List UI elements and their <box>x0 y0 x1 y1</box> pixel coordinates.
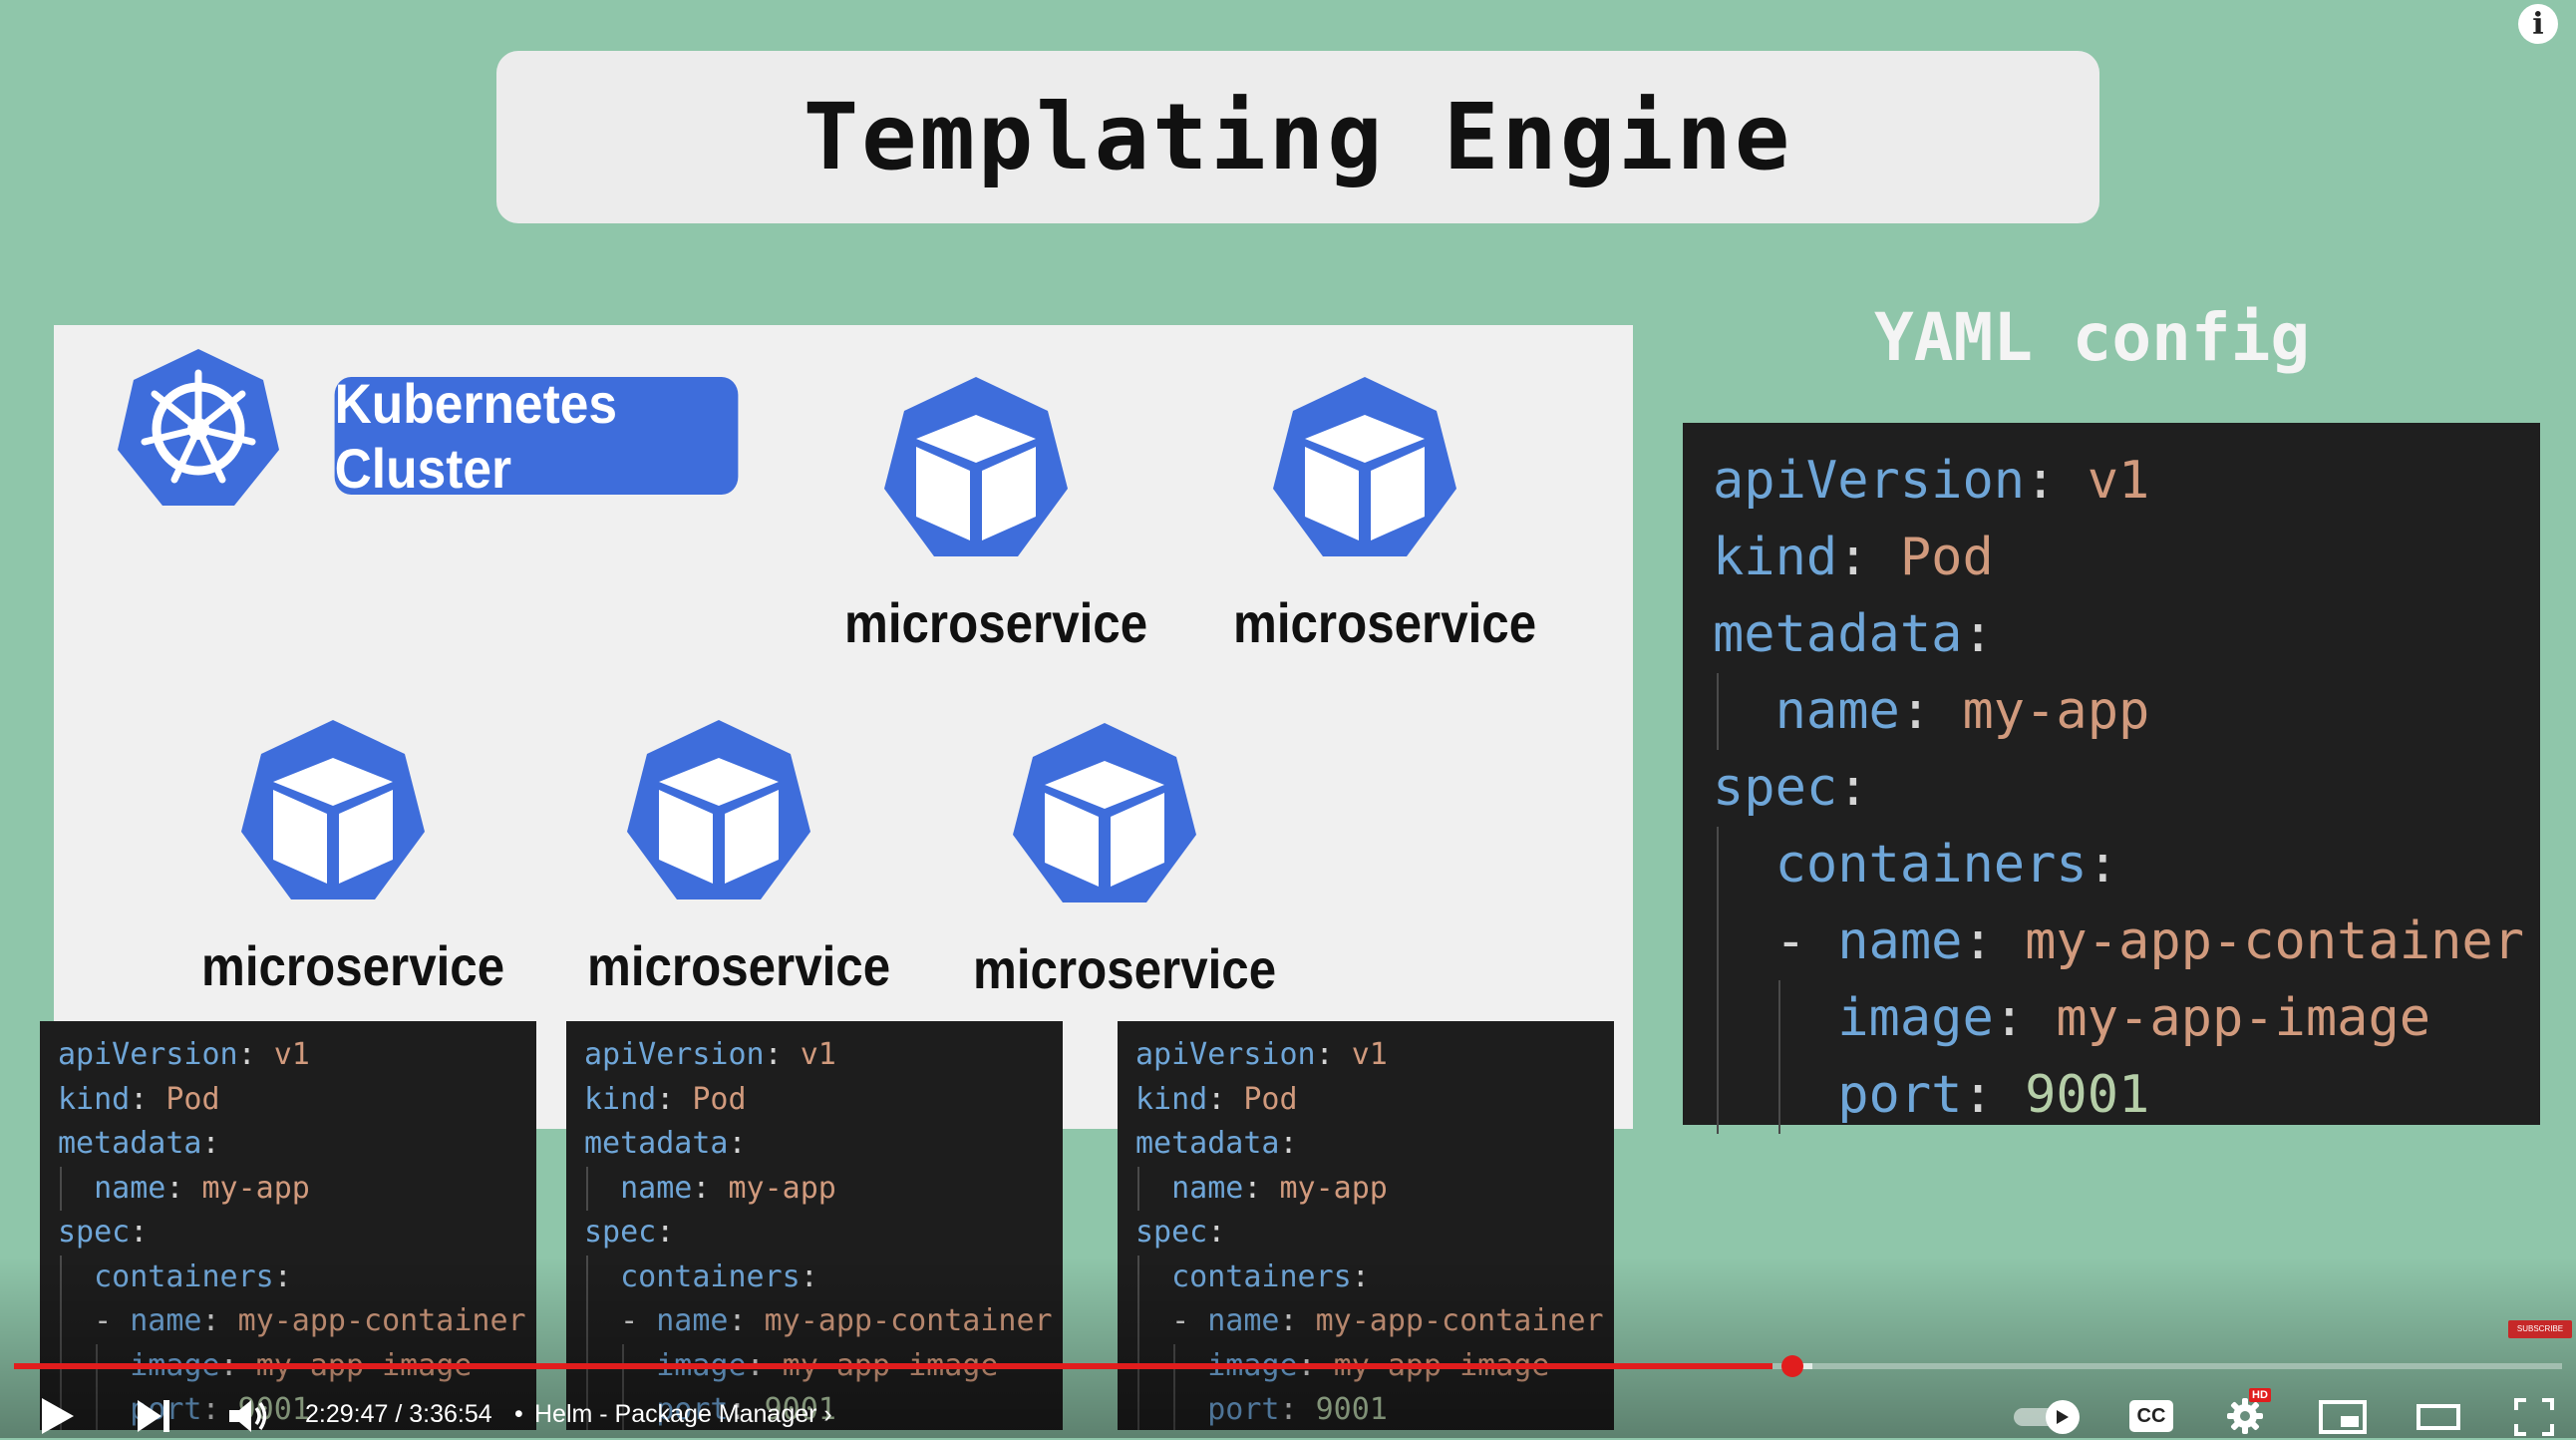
microservice-label: microservice <box>201 934 505 997</box>
slide-title: Templating Engine <box>803 84 1793 190</box>
chapter-label: Helm - Package Manager <box>534 1400 817 1428</box>
code-line: spec: <box>1713 758 1869 818</box>
progress-scrubber-handle[interactable] <box>1781 1355 1803 1377</box>
yaml-config-heading: YAML config <box>1874 299 2311 376</box>
microservice-label: microservice <box>844 591 1148 654</box>
fullscreen-icon[interactable] <box>2514 1398 2554 1436</box>
microservice-node: microservice <box>826 373 1148 655</box>
cube-icon <box>1273 377 1456 556</box>
cube-icon <box>241 720 425 900</box>
code-line: - name: my-app-container <box>1713 903 2540 980</box>
autoplay-play-icon <box>2046 1400 2080 1434</box>
code-line: apiVersion: v1 <box>1713 451 2150 511</box>
chapter-title[interactable]: Helm - Package Manager › <box>534 1400 832 1429</box>
miniplayer-icon[interactable] <box>2319 1400 2367 1434</box>
info-icon[interactable]: i <box>2518 4 2558 44</box>
code-line: containers: <box>1713 827 2540 903</box>
chevron-right-icon: › <box>823 1400 832 1428</box>
code-line: kind: Pod <box>1713 528 1994 587</box>
microservice-label: microservice <box>587 934 891 997</box>
volume-icon[interactable] <box>227 1398 269 1434</box>
hd-badge: HD <box>2249 1388 2271 1402</box>
yaml-config-code: apiVersion: v1 kind: Pod metadata: name:… <box>1683 423 2540 1134</box>
play-icon[interactable] <box>40 1396 76 1436</box>
code-line: image: my-app-image <box>1713 980 2540 1057</box>
microservice-node: microservice <box>183 716 505 998</box>
subscribe-watermark[interactable]: SUBSCRIBE <box>2508 1320 2572 1338</box>
captions-button[interactable]: CC <box>2129 1400 2173 1432</box>
next-icon[interactable] <box>136 1398 171 1434</box>
settings-button[interactable]: HD <box>2225 1388 2271 1440</box>
cube-icon <box>884 377 1068 556</box>
code-line: name: my-app <box>1713 673 2540 750</box>
cube-icon <box>1013 723 1196 902</box>
cluster-label: Kubernetes Cluster <box>334 372 739 500</box>
microservice-label: microservice <box>1233 591 1537 654</box>
slide-title-box: Templating Engine <box>496 51 2099 223</box>
time-separator: • <box>514 1400 523 1428</box>
microservice-label: microservice <box>973 937 1277 1000</box>
progress-bar-played[interactable] <box>14 1363 1772 1369</box>
microservice-node: microservice <box>569 716 891 998</box>
kubernetes-logo-icon <box>118 349 279 506</box>
time-display: 2:29:47 / 3:36:54 <box>305 1400 492 1428</box>
cube-icon <box>627 720 810 900</box>
autoplay-toggle[interactable] <box>2014 1400 2086 1434</box>
kubernetes-cluster-panel: Kubernetes Cluster microservice microser… <box>54 325 1633 1129</box>
microservice-node: microservice <box>1215 373 1537 655</box>
code-line: metadata: <box>1713 604 1994 664</box>
microservice-node: microservice <box>955 719 1277 1001</box>
theater-mode-icon[interactable] <box>2416 1404 2460 1430</box>
code-line: port: 9001 <box>1713 1057 2540 1134</box>
gear-icon <box>2227 1398 2263 1434</box>
